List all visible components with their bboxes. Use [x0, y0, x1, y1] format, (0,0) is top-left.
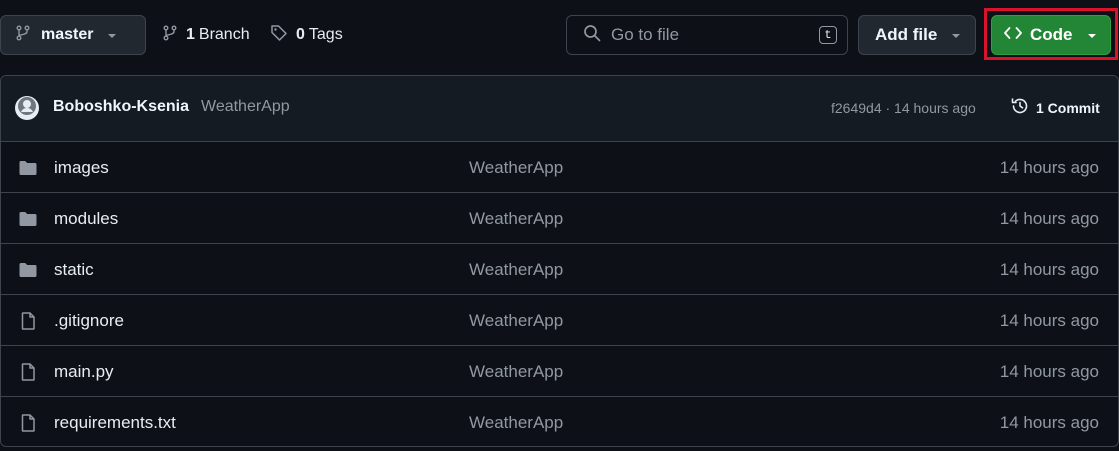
file-name-link[interactable]: main.py [54, 362, 114, 382]
tags-label: Tags [308, 26, 343, 43]
code-button[interactable]: Code [991, 15, 1111, 55]
last-commit-time: 14 hours ago [999, 311, 1099, 330]
code-label: Code [1030, 25, 1073, 44]
table-row: static WeatherApp 14 hours ago [1, 244, 1118, 295]
file-name-link[interactable]: images [54, 158, 109, 178]
last-commit-message-link[interactable]: WeatherApp [469, 413, 563, 433]
tags-link[interactable]: 0 Tags [270, 15, 343, 55]
commit-author[interactable]: Boboshko-Ksenia [53, 98, 189, 116]
last-commit-time: 14 hours ago [999, 158, 1099, 177]
last-commit-time: 14 hours ago [999, 209, 1099, 228]
last-commit-message-link[interactable]: WeatherApp [469, 362, 563, 382]
commit-count-label: 1 Commit [1036, 99, 1100, 116]
chevron-down-icon [951, 26, 961, 44]
branches-count: 1 [186, 26, 195, 43]
last-commit-message-link[interactable]: WeatherApp [469, 209, 563, 229]
table-row: modules WeatherApp 14 hours ago [1, 193, 1118, 244]
latest-commit-bar: Boboshko-Ksenia WeatherApp f2649d4 · 14 … [1, 76, 1118, 142]
last-commit-message-link[interactable]: WeatherApp [469, 260, 563, 280]
go-to-file-input[interactable] [609, 24, 813, 46]
last-commit-time: 14 hours ago [999, 413, 1099, 432]
search-icon [583, 24, 601, 47]
repo-toolbar: master 1 Branch 0 Tags t Add file [0, 0, 1119, 72]
tags-count: 0 [296, 26, 305, 43]
branches-label: Branch [198, 26, 250, 43]
last-commit-message-link[interactable]: WeatherApp [469, 158, 563, 178]
avatar[interactable] [15, 96, 39, 120]
table-row: requirements.txt WeatherApp 14 hours ago [1, 397, 1118, 446]
file-list: images WeatherApp 14 hours ago modules Weath… [1, 142, 1118, 446]
commits-history-link[interactable]: 1 Commit [1004, 96, 1100, 119]
file-icon [18, 362, 38, 382]
keyboard-shortcut-hint: t [819, 26, 837, 44]
table-row: .gitignore WeatherApp 14 hours ago [1, 295, 1118, 346]
git-branch-icon [15, 25, 31, 46]
go-to-file-search: t [566, 15, 848, 55]
branch-name: master [41, 26, 94, 43]
tag-icon [270, 24, 288, 47]
code-icon [1004, 26, 1022, 45]
folder-icon [18, 158, 38, 178]
table-row: main.py WeatherApp 14 hours ago [1, 346, 1118, 397]
file-name-link[interactable]: requirements.txt [54, 413, 176, 433]
file-browser: Boboshko-Ksenia WeatherApp f2649d4 · 14 … [0, 75, 1119, 447]
last-commit-time: 14 hours ago [999, 260, 1099, 279]
table-row: images WeatherApp 14 hours ago [1, 142, 1118, 193]
last-commit-message-link[interactable]: WeatherApp [469, 311, 563, 331]
chevron-down-icon [1087, 26, 1097, 44]
file-icon [18, 413, 38, 433]
commit-hash-time[interactable]: f2649d4 · 14 hours ago [831, 100, 976, 116]
folder-icon [18, 209, 38, 229]
file-name-link[interactable]: static [54, 260, 94, 280]
git-branch-icon [162, 25, 178, 46]
branches-link[interactable]: 1 Branch [162, 15, 250, 55]
history-icon [1010, 96, 1030, 119]
github-avatar-icon [17, 96, 37, 121]
last-commit-time: 14 hours ago [999, 362, 1099, 381]
chevron-down-icon [107, 26, 117, 44]
add-file-label: Add file [875, 25, 938, 44]
file-icon [18, 311, 38, 331]
file-name-link[interactable]: .gitignore [54, 311, 124, 331]
branch-selector-button[interactable]: master [0, 15, 146, 55]
folder-icon [18, 260, 38, 280]
add-file-button[interactable]: Add file [858, 15, 976, 55]
commit-message[interactable]: WeatherApp [201, 98, 290, 116]
file-name-link[interactable]: modules [54, 209, 118, 229]
